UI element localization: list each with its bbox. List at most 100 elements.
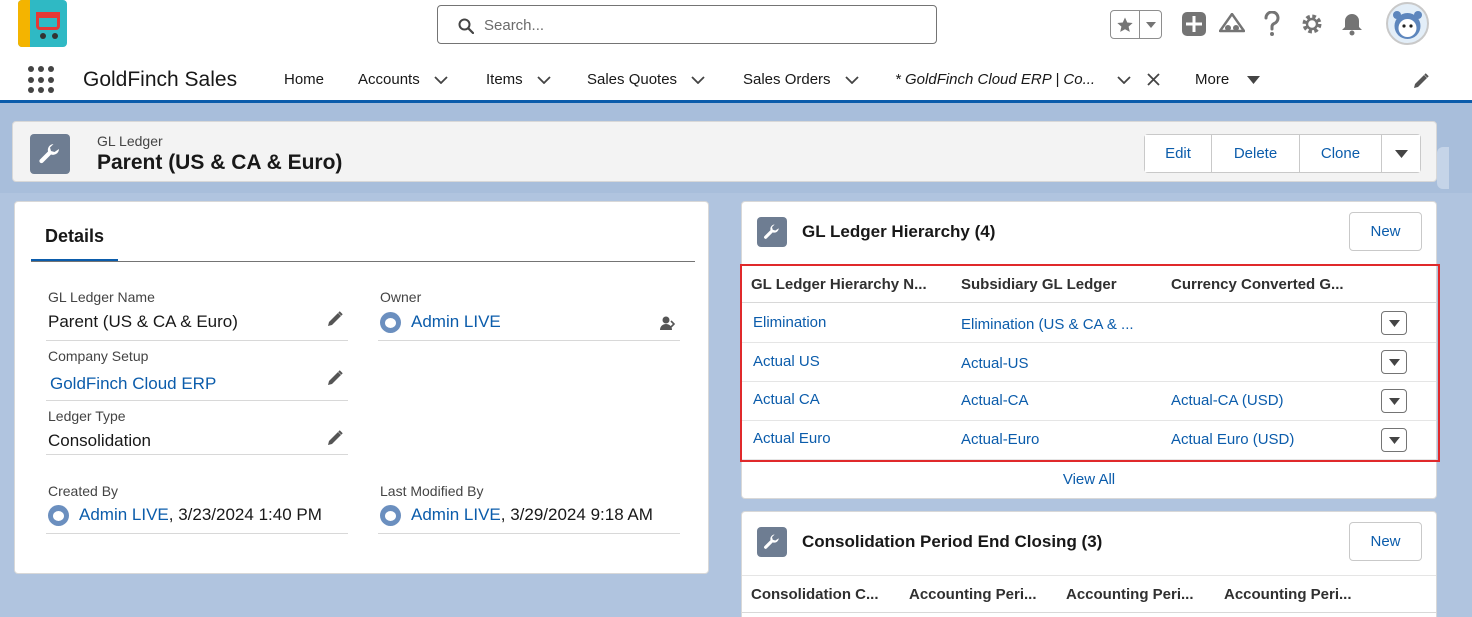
pencil-edit-icon[interactable] [326,369,344,392]
company-setup-link[interactable]: GoldFinch Cloud ERP [50,374,216,394]
delete-button[interactable]: Delete [1212,135,1300,172]
table-header: Consolidation C... Accounting Peri... Ac… [742,575,1436,613]
nav-item-home[interactable]: Home [284,71,324,88]
row-actions-button[interactable] [1381,350,1407,374]
tab-details[interactable]: Details [31,226,119,262]
view-all-link[interactable]: View All [742,471,1436,488]
record-actions: Edit Delete Clone [1144,134,1421,173]
created-by-value: Admin LIVE, 3/23/2024 1:40 PM [48,505,322,527]
column-header[interactable]: Consolidation C... [751,586,879,603]
field-label: GL Ledger Name [48,289,155,305]
field-label: Company Setup [48,348,149,364]
nav-item-accounts[interactable]: Accounts [358,71,448,88]
subsidiary-link[interactable]: Actual-Euro [961,431,1039,448]
nav-item-label: Home [284,71,325,88]
currency-converted-link[interactable]: Actual Euro (USD) [1171,431,1294,448]
chevron-down-icon[interactable] [1140,11,1161,38]
hierarchy-name-link[interactable]: Actual Euro [753,430,831,447]
field-value: Parent (US & CA & Euro) [48,312,238,331]
hierarchy-name-link[interactable]: Elimination [753,314,826,331]
user-avatar-icon [380,505,401,527]
search-icon [458,18,475,39]
row-actions-button[interactable] [1381,428,1407,452]
gear-icon[interactable] [1298,10,1326,38]
currency-converted-link[interactable]: Actual-CA (USD) [1171,392,1284,409]
nav-tab-goldfinch-cloud-erp[interactable]: * GoldFinch Cloud ERP | Co... [895,71,1160,88]
app-navigation-bar: GoldFinch Sales Home Accounts Items Sale… [0,56,1472,103]
global-search[interactable] [437,5,937,44]
row-actions-button[interactable] [1381,389,1407,413]
created-by-user-link[interactable]: Admin LIVE [79,505,169,524]
chevron-down-icon[interactable] [1117,75,1131,84]
star-icon[interactable] [1111,11,1140,38]
notifications-bell-icon[interactable] [1338,10,1366,38]
app-logo[interactable] [18,0,67,47]
card-title[interactable]: Consolidation Period End Closing (3) [802,532,1102,552]
nav-item-items[interactable]: Items [486,71,551,88]
subsidiary-link[interactable]: Elimination (US & CA & ... [961,316,1134,333]
object-type-label: GL Ledger [97,133,163,149]
edit-nav-pencil-icon[interactable] [1412,72,1430,95]
hierarchy-name-link[interactable]: Actual CA [753,391,820,408]
nav-item-sales-quotes[interactable]: Sales Quotes [587,71,705,88]
app-launcher-waffle-icon[interactable] [28,66,56,94]
column-header[interactable]: Subsidiary GL Ledger [961,276,1117,293]
field-label: Last Modified By [380,483,484,499]
last-modified-user-link[interactable]: Admin LIVE [411,505,501,524]
field-label: Ledger Type [48,408,126,424]
edit-button[interactable]: Edit [1145,135,1212,172]
cart-wheel-icon [40,33,46,39]
chevron-down-icon[interactable] [434,75,448,84]
chevron-down-icon[interactable] [691,75,705,84]
favorites-button-group[interactable] [1110,10,1162,39]
user-avatar-icon [48,505,69,527]
help-icon[interactable] [1258,10,1286,38]
user-avatar-icon [380,312,401,334]
cart-wheel-icon [52,33,58,39]
subsidiary-link[interactable]: Actual-US [961,355,1029,372]
utility-panel-handle[interactable] [1437,147,1449,189]
new-button[interactable]: New [1349,522,1422,561]
card-title[interactable]: GL Ledger Hierarchy (4) [802,222,995,242]
trailhead-icon[interactable] [1218,10,1246,38]
new-button[interactable]: New [1349,212,1422,251]
wrench-icon [757,527,787,557]
change-owner-icon[interactable] [660,315,676,336]
wrench-icon [30,134,70,174]
search-input[interactable] [484,14,914,36]
field-gl-ledger-name: GL Ledger Name Parent (US & CA & Euro) [46,288,348,341]
last-modified-date: , 3/29/2024 9:18 AM [500,505,653,524]
table-header: GL Ledger Hierarchy N... Subsidiary GL L… [742,265,1436,303]
chevron-down-icon[interactable] [844,75,859,84]
nav-item-sales-orders[interactable]: Sales Orders [743,71,859,88]
app-name: GoldFinch Sales [83,68,238,91]
column-header[interactable]: Accounting Peri... [1224,586,1352,603]
table-row: Actual CA Actual-CA Actual-CA (USD) [742,382,1436,421]
subsidiary-link[interactable]: Actual-CA [961,392,1029,409]
table-row: Elimination Elimination (US & CA & ... [742,304,1436,343]
hierarchy-name-link[interactable]: Actual US [753,353,820,370]
column-header[interactable]: Accounting Peri... [909,586,1037,603]
nav-item-more[interactable]: More [1195,71,1261,88]
row-actions-button[interactable] [1381,311,1407,335]
pencil-edit-icon[interactable] [326,429,344,452]
column-header[interactable]: Currency Converted G... [1171,276,1344,293]
close-tab-icon[interactable] [1147,73,1160,86]
more-actions-button[interactable] [1382,135,1420,172]
owner-link[interactable]: Admin LIVE [411,312,501,331]
user-avatar[interactable] [1386,2,1429,45]
record-title: Parent (US & CA & Euro) [97,151,343,174]
details-card: Details GL Ledger Name Parent (US & CA &… [14,201,709,574]
field-label: Created By [48,483,119,499]
caret-down-icon [1388,436,1400,444]
column-header[interactable]: Accounting Peri... [1066,586,1194,603]
column-header[interactable]: GL Ledger Hierarchy N... [751,276,927,293]
chevron-down-icon[interactable] [537,75,551,84]
nav-item-label: Accounts [358,71,420,88]
global-actions-plus-icon[interactable] [1180,10,1208,38]
pencil-edit-icon[interactable] [326,310,344,333]
table-row: Actual Euro Actual-Euro Actual Euro (USD… [742,421,1436,460]
cart-icon [36,12,60,30]
clone-button[interactable]: Clone [1300,135,1382,172]
caret-down-icon [1388,319,1400,327]
